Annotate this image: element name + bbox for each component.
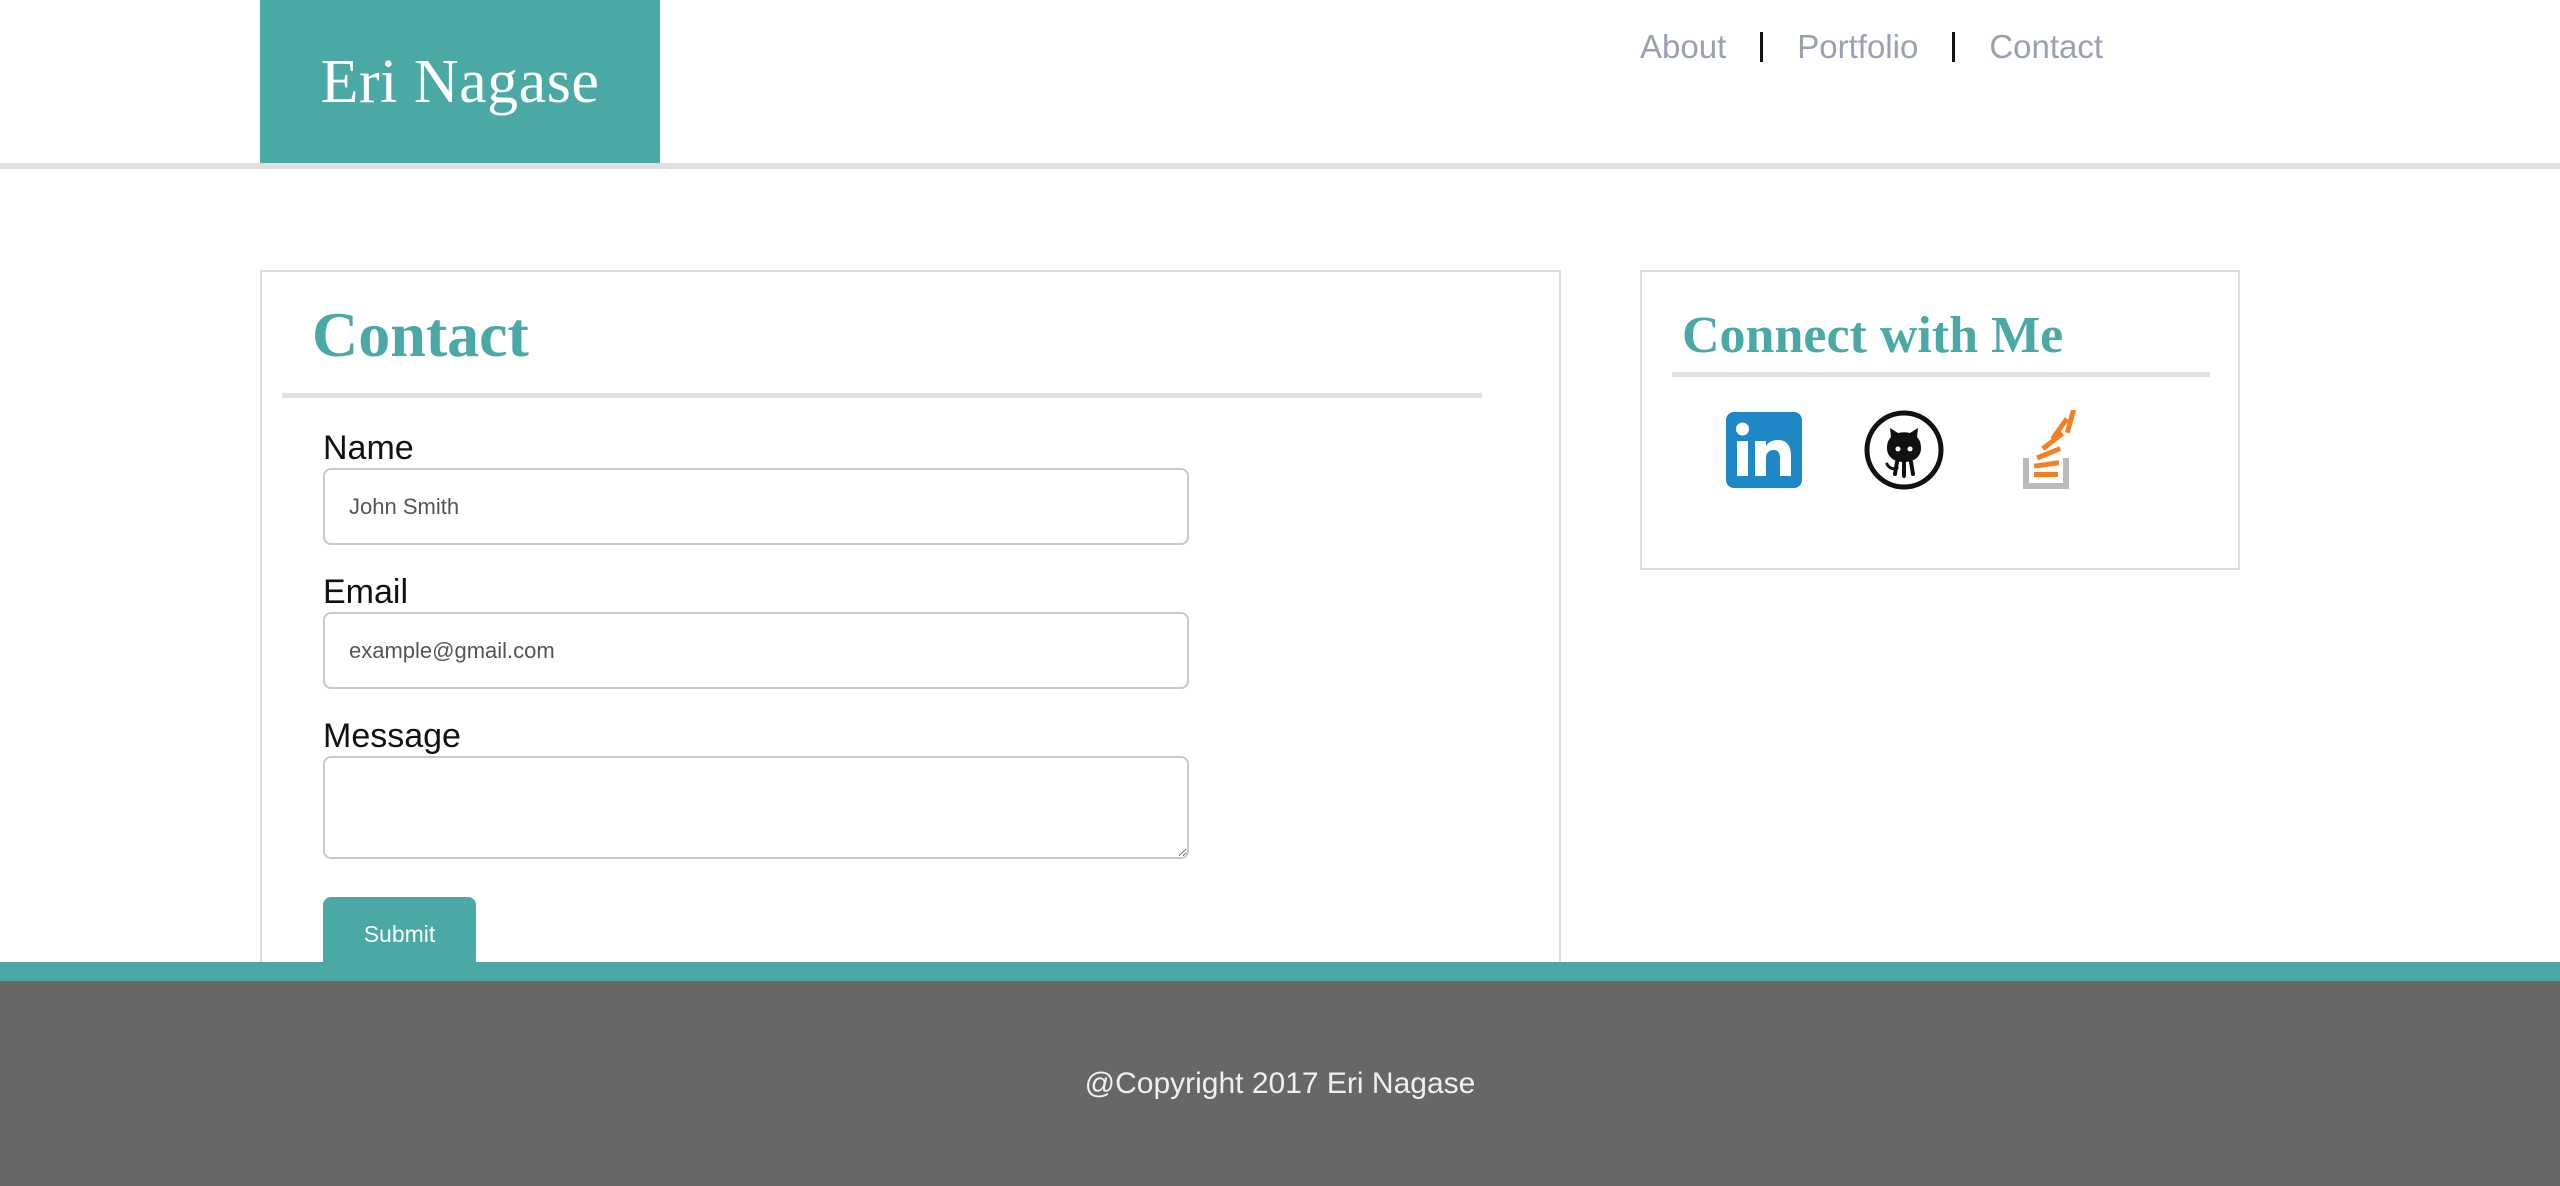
nav-link-about[interactable]: About [1640,28,1726,66]
contact-panel: Contact Name Email Message Submit [260,270,1561,977]
site-title: Eri Nagase [320,48,600,116]
name-label: Name [323,429,414,467]
message-textarea[interactable] [323,756,1189,859]
nav-divider [1952,32,1956,62]
email-input[interactable] [323,612,1189,689]
linkedin-icon[interactable] [1724,410,1804,490]
email-label: Email [323,573,409,611]
connect-heading: Connect with Me [1682,307,2064,364]
connect-heading-divider [1672,372,2210,377]
contact-heading: Contact [312,299,529,370]
stackoverflow-icon[interactable] [2014,410,2094,490]
copyright-text: @Copyright 2017 Eri Nagase [1084,1066,1476,1100]
main-nav: About Portfolio Contact [1640,22,2103,72]
message-label: Message [323,717,461,755]
connect-panel: Connect with Me [1640,270,2240,570]
nav-link-contact[interactable]: Contact [1989,28,2103,66]
brand-logo[interactable]: Eri Nagase [260,0,660,165]
footer: @Copyright 2017 Eri Nagase [0,981,2560,1186]
github-icon[interactable] [1864,410,1944,490]
contact-heading-divider [282,393,1482,398]
footer-accent-stripe [0,962,2560,981]
header-divider [0,163,2560,169]
page: Eri Nagase About Portfolio Contact Conta… [0,0,2560,1186]
nav-divider [1760,32,1764,62]
nav-link-portfolio[interactable]: Portfolio [1797,28,1918,66]
name-input[interactable] [323,468,1189,545]
